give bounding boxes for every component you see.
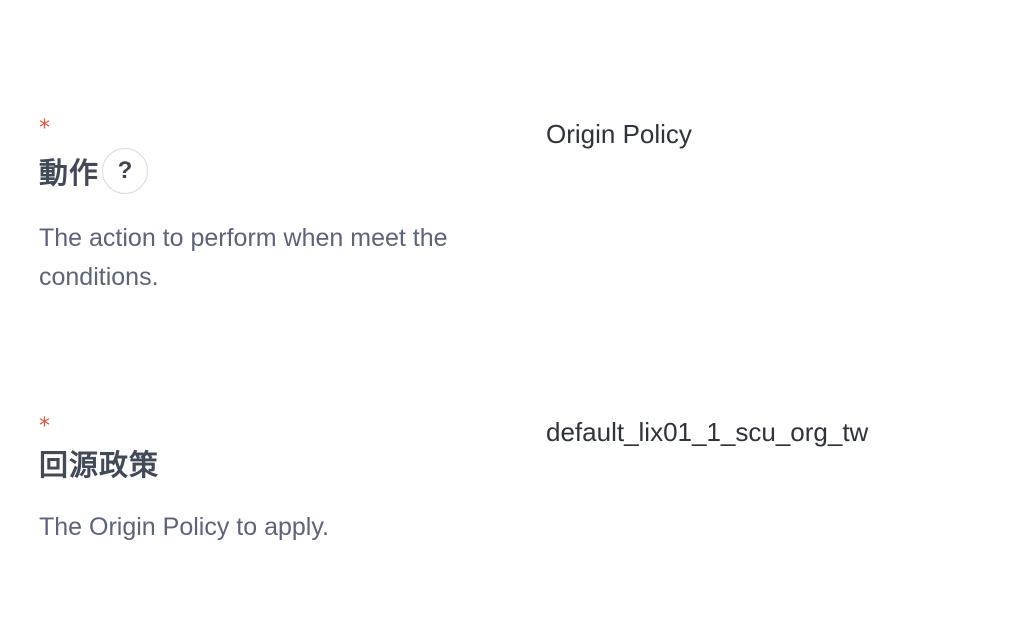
- origin-policy-description: The Origin Policy to apply.: [39, 513, 329, 541]
- action-value: Origin Policy: [546, 119, 692, 149]
- rule-form: * 動作 ? The action to perform when meet t…: [0, 0, 1024, 623]
- action-label-line: 動作 ?: [39, 147, 509, 195]
- help-icon[interactable]: ?: [102, 148, 149, 194]
- origin-policy-label-line: 回源政策: [39, 439, 509, 487]
- origin-policy-label-group: * 回源政策 The Origin Policy to apply.: [39, 416, 509, 547]
- action-label: 動作: [39, 156, 100, 190]
- required-asterisk: *: [39, 116, 50, 141]
- origin-policy-label: 回源政策: [39, 448, 160, 482]
- origin-policy-value: default_lix01_1_scu_org_tw: [546, 417, 869, 447]
- action-label-group: * 動作 ? The action to perform when meet t…: [39, 118, 509, 297]
- action-description: The action to perform when meet the cond…: [39, 224, 448, 291]
- required-asterisk: *: [39, 414, 50, 439]
